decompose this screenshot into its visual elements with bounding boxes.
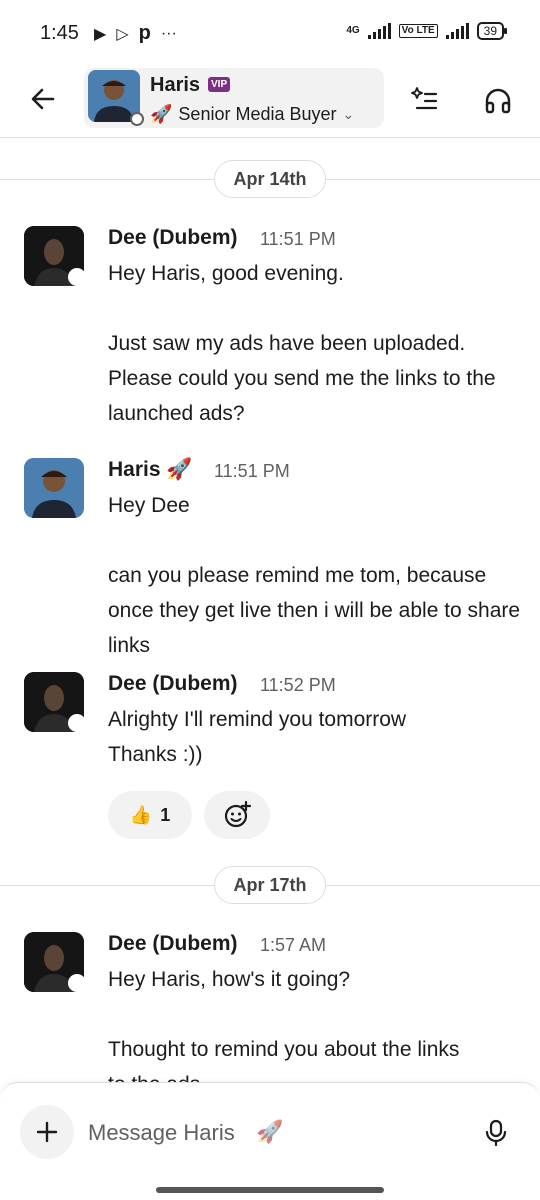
date-pill[interactable]: Apr 14th [214, 160, 326, 198]
presence-indicator [68, 974, 86, 992]
home-indicator[interactable] [156, 1187, 384, 1193]
message-time: 11:52 PM [260, 675, 336, 695]
p-app-icon: p [138, 22, 151, 44]
rocket-icon: 🚀 [166, 458, 193, 481]
contact-name: Haris [150, 74, 201, 96]
headphones-icon [485, 88, 511, 114]
avatar[interactable] [24, 458, 84, 518]
message-line: Hey Dee [108, 494, 190, 517]
chevron-down-icon: ⌄ [342, 106, 355, 122]
battery-indicator: 39 [476, 22, 508, 40]
voice-button[interactable] [476, 1113, 516, 1153]
message-line: Thought to remind you about the links [108, 1038, 460, 1061]
status-bar: 1:45 ▶ ▷ p ··· 4G Vo LTE 39 [0, 0, 540, 64]
vip-badge: VIP [208, 77, 231, 92]
presence-indicator [68, 268, 86, 286]
sender-name[interactable]: Dee (Dubem) [108, 932, 238, 956]
more-dots-icon: ··· [160, 24, 177, 42]
play-outline-icon: ▷ [116, 25, 129, 43]
message-composer: 🚀 [0, 1082, 540, 1200]
volte-badge: Vo LTE [398, 24, 438, 38]
add-reaction-button[interactable] [204, 791, 270, 839]
profile-chip[interactable]: Haris VIP 🚀 Senior Media Buyer ⌄ [84, 68, 384, 128]
channel-header: Haris VIP 🚀 Senior Media Buyer ⌄ [0, 64, 540, 138]
message-line: Hey Haris, how's it going? [108, 968, 351, 991]
message-body: Alrighty I'll remind you tomorrow Thanks… [108, 702, 528, 772]
signal-icon [367, 23, 391, 39]
sender-name[interactable]: Dee (Dubem) [108, 226, 238, 250]
message-line: Alrighty I'll remind you tomorrow [108, 708, 407, 731]
play-icon: ▶ [94, 25, 107, 43]
message-body: Hey Dee can you please remind me tom, be… [108, 488, 528, 663]
message-time: 11:51 PM [260, 229, 336, 249]
attach-button[interactable] [20, 1105, 74, 1159]
back-arrow-icon [31, 88, 55, 110]
presence-indicator [130, 112, 144, 126]
sender-name[interactable]: Haris 🚀 [108, 458, 193, 482]
message-line: Thanks :)) [108, 743, 203, 766]
message-line: Hey Haris, good evening. [108, 262, 344, 285]
microphone-icon [485, 1119, 507, 1147]
huddle-button[interactable] [478, 80, 518, 120]
status-app-icons: ▶ ▷ p ··· [94, 22, 177, 45]
signal-icon-2 [445, 23, 469, 39]
plus-icon [36, 1121, 58, 1143]
contact-status: 🚀 Senior Media Buyer ⌄ [150, 104, 354, 125]
status-time: 1:45 [40, 22, 79, 44]
sender-name-text: Haris [108, 458, 161, 481]
message-line: can you please remind me tom, because on… [108, 564, 521, 657]
message-body: Hey Haris, how's it going? Thought to re… [108, 962, 528, 1102]
reaction-thumbs-up[interactable]: 👍 1 [108, 791, 192, 839]
summary-button[interactable] [404, 80, 444, 120]
thumbs-up-icon: 👍 [129, 804, 153, 825]
sparkle-list-icon [411, 87, 438, 110]
message-time: 1:57 AM [260, 935, 327, 955]
status-indicators: 4G Vo LTE 39 [346, 22, 508, 40]
date-pill[interactable]: Apr 17th [214, 866, 326, 904]
status-text: Senior Media Buyer [178, 104, 337, 124]
network-type: 4G [346, 25, 360, 36]
sender-name[interactable]: Dee (Dubem) [108, 672, 238, 696]
presence-indicator [68, 714, 86, 732]
person-avatar-icon [24, 458, 84, 518]
rocket-icon: 🚀 [256, 1119, 284, 1144]
message-time: 11:51 PM [214, 461, 290, 481]
back-button[interactable] [26, 82, 60, 116]
reaction-count: 1 [160, 804, 171, 825]
add-emoji-icon [224, 800, 252, 828]
message-line: Just saw my ads have been uploaded. Plea… [108, 332, 496, 425]
rocket-icon: 🚀 [150, 104, 173, 124]
message-body: Hey Haris, good evening. Just saw my ads… [108, 256, 528, 431]
